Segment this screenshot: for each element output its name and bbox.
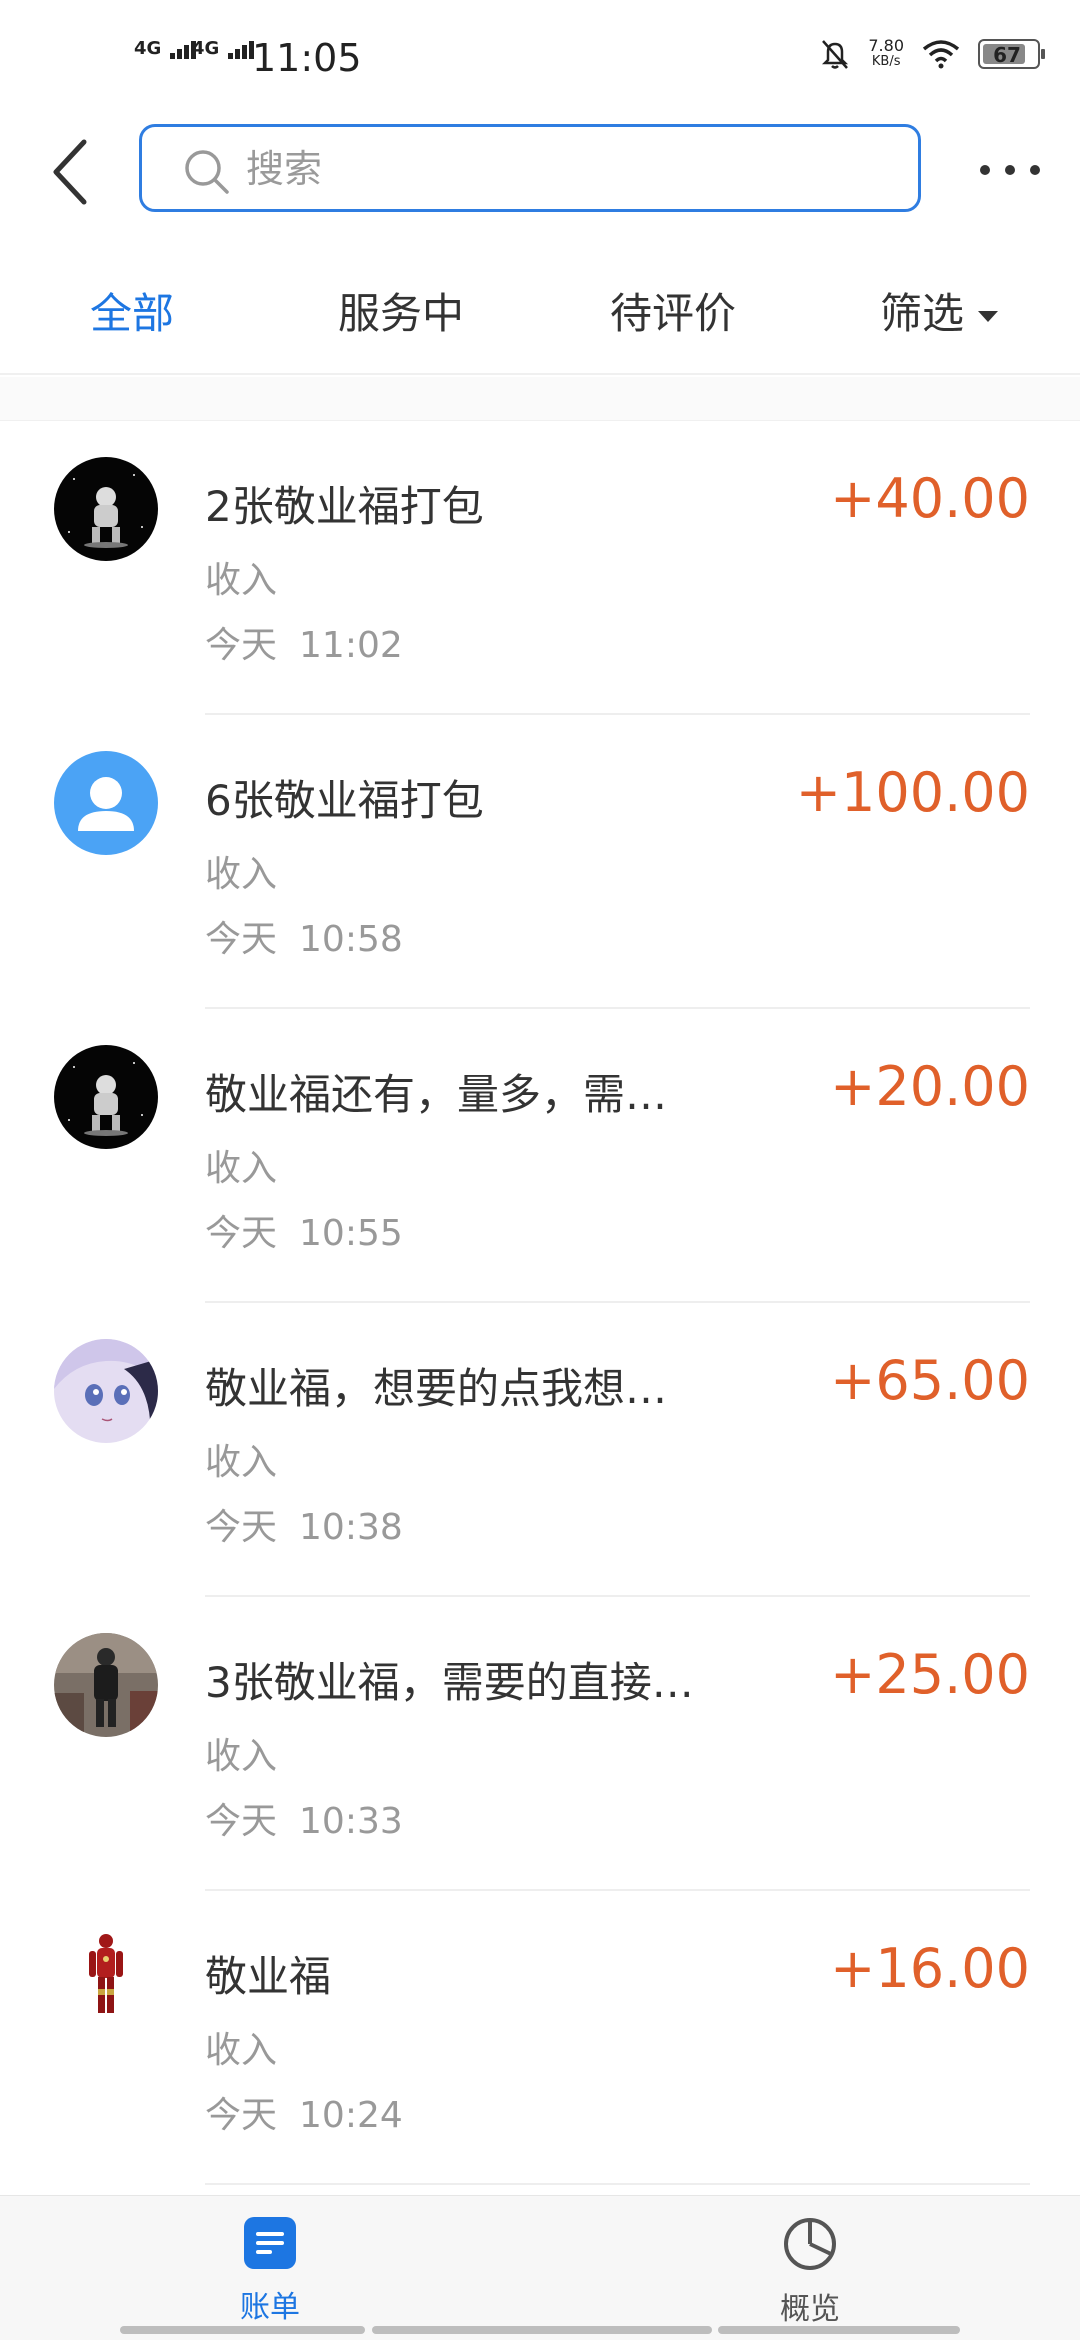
person-photo-avatar	[54, 1633, 158, 1737]
item-clock: 11:02	[299, 625, 403, 666]
battery-level: 67	[993, 43, 1021, 67]
transaction-list: 2张敬业福打包 收入 今天 11:02 +40.00 6张敬业福打包 收入 今天 1…	[0, 421, 1080, 2185]
pie-chart-icon	[784, 2218, 836, 2270]
signal-2-label: 4G	[192, 38, 220, 59]
item-title: 敬业福还有，量多，需…	[205, 1070, 668, 1119]
astronaut-avatar	[54, 457, 158, 561]
battery-icon: 67	[978, 39, 1045, 69]
item-type: 收入	[205, 2030, 278, 2071]
item-type: 收入	[205, 854, 278, 895]
item-time: 今天 10:24	[205, 2086, 403, 2138]
item-clock: 10:58	[299, 919, 403, 960]
more-options-button[interactable]	[980, 150, 1040, 190]
ironman-avatar	[54, 1927, 158, 2031]
item-time: 今天 10:58	[205, 910, 403, 962]
item-title: 6张敬业福打包	[205, 776, 484, 825]
gesture-bar	[372, 2326, 712, 2334]
item-divider	[205, 2183, 1030, 2185]
item-clock: 10:33	[299, 1801, 403, 1842]
item-clock: 10:38	[299, 1507, 403, 1548]
list-item[interactable]: 2张敬业福打包 收入 今天 11:02 +40.00	[0, 421, 1080, 715]
list-item[interactable]: 敬业福 收入 今天 10:24 +16.00	[0, 1891, 1080, 2185]
item-type: 收入	[205, 1148, 278, 1189]
dot-icon	[1005, 165, 1015, 175]
item-type: 收入	[205, 560, 278, 601]
item-day: 今天	[205, 625, 278, 666]
item-type: 收入	[205, 1442, 278, 1483]
tab-filter[interactable]: 筛选	[880, 280, 999, 341]
item-title: 敬业福	[205, 1952, 332, 2001]
item-amount: +20.00	[830, 1055, 1030, 1118]
header	[0, 110, 1080, 230]
tab-to-review[interactable]: 待评价	[610, 280, 736, 341]
astronaut-avatar	[54, 1045, 158, 1149]
tab-filter-label: 筛选	[880, 289, 965, 338]
search-icon	[185, 150, 229, 194]
mute-bell-icon	[822, 40, 849, 69]
status-time: 11:05	[252, 36, 362, 80]
nav-bill-label: 账单	[240, 2290, 300, 2325]
item-title: 敬业福，想要的点我想…	[205, 1364, 668, 1413]
item-title: 2张敬业福打包	[205, 482, 484, 531]
item-amount: +25.00	[830, 1643, 1030, 1706]
item-day: 今天	[205, 1213, 278, 1254]
net-speed: 7.80 KB/s	[868, 38, 904, 70]
list-item[interactable]: 敬业福还有，量多，需… 收入 今天 10:55 +20.00	[0, 1009, 1080, 1303]
item-amount: +100.00	[795, 761, 1030, 824]
list-item[interactable]: 6张敬业福打包 收入 今天 10:58 +100.00	[0, 715, 1080, 1009]
gesture-bar	[120, 2326, 365, 2334]
status-right: 7.80 KB/s 67	[820, 38, 1045, 70]
list-item[interactable]: 3张敬业福，需要的直接… 收入 今天 10:33 +25.00	[0, 1597, 1080, 1891]
item-time: 今天 10:55	[205, 1204, 403, 1256]
item-day: 今天	[205, 1507, 278, 1548]
caret-down-icon	[978, 311, 999, 322]
default-user-avatar	[54, 751, 158, 855]
item-amount: +16.00	[830, 1937, 1030, 2000]
list-item[interactable]: 敬业福，想要的点我想… 收入 今天 10:38 +65.00	[0, 1303, 1080, 1597]
bottom-nav: 账单 概览	[0, 2195, 1080, 2340]
item-title: 3张敬业福，需要的直接…	[205, 1658, 694, 1707]
item-day: 今天	[205, 1801, 278, 1842]
item-time: 今天 10:38	[205, 1498, 403, 1550]
tab-all[interactable]: 全部	[90, 280, 174, 341]
item-day: 今天	[205, 919, 278, 960]
signal-1-label: 4G	[134, 38, 162, 59]
search-box[interactable]	[139, 124, 921, 212]
item-time: 今天 11:02	[205, 616, 403, 668]
status-bar: 4G 4G 11:05 7.80 KB/s 67	[0, 0, 1080, 110]
gesture-bar	[718, 2326, 960, 2334]
item-day: 今天	[205, 2095, 278, 2136]
wifi-icon	[922, 40, 960, 69]
dot-icon	[980, 165, 990, 175]
anime-avatar	[54, 1339, 158, 1443]
search-input[interactable]	[246, 141, 846, 197]
nav-overview-label: 概览	[780, 2292, 840, 2327]
item-clock: 10:55	[299, 1213, 403, 1254]
item-type: 收入	[205, 1736, 278, 1777]
back-button[interactable]	[40, 132, 100, 212]
filter-tabs: 全部 服务中 待评价 筛选	[0, 250, 1080, 375]
net-speed-unit: KB/s	[871, 54, 901, 69]
signal-1: 4G	[134, 38, 198, 59]
item-amount: +65.00	[830, 1349, 1030, 1412]
item-amount: +40.00	[830, 467, 1030, 530]
tab-in-service[interactable]: 服务中	[338, 280, 464, 341]
item-time: 今天 10:33	[205, 1792, 403, 1844]
bill-icon	[244, 2217, 296, 2269]
dot-icon	[1030, 165, 1040, 175]
nav-overview[interactable]: 概览	[730, 2216, 890, 2328]
signal-2: 4G	[192, 38, 256, 59]
section-divider	[0, 377, 1080, 421]
nav-bill[interactable]: 账单	[190, 2216, 350, 2326]
item-clock: 10:24	[299, 2095, 403, 2136]
chevron-left-icon	[53, 139, 87, 205]
net-speed-value: 7.80	[868, 36, 904, 55]
